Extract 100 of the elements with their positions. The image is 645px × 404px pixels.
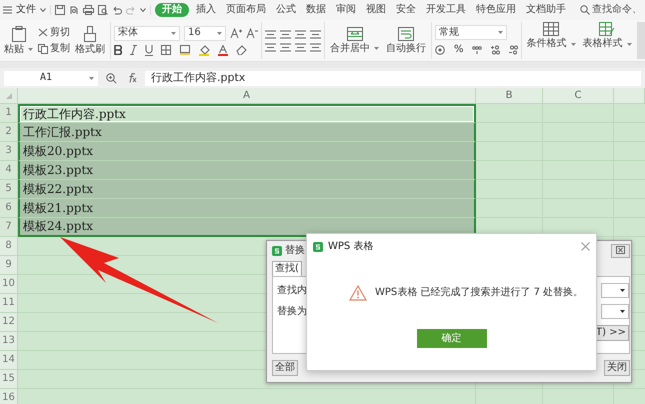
merge-center-button[interactable]: 合并居中: [328, 26, 381, 54]
row-header[interactable]: 4: [0, 161, 18, 180]
table-cell[interactable]: 模板23.pptx: [18, 161, 476, 180]
column-header[interactable]: A: [18, 88, 476, 104]
row-header[interactable]: 5: [0, 180, 18, 199]
dropdown-field[interactable]: [601, 283, 629, 298]
grow-font-icon[interactable]: [230, 28, 242, 38]
dropdown-field[interactable]: [601, 304, 629, 319]
print-icon[interactable]: [83, 5, 94, 15]
menu-tab[interactable]: 文档助手: [523, 3, 569, 17]
align-right-icon[interactable]: [295, 42, 306, 52]
row-header[interactable]: 15: [0, 370, 18, 389]
row-header[interactable]: 16: [0, 389, 18, 404]
message-text: WPS表格 已经完成了搜索并进行了 7 处替换。: [375, 286, 584, 298]
row-header[interactable]: 6: [0, 199, 18, 218]
menu-tab[interactable]: 审阅: [333, 3, 359, 17]
menu-tab[interactable]: 页面布局: [223, 3, 269, 17]
table-cell[interactable]: 模板20.pptx: [18, 142, 476, 161]
align-left-icon[interactable]: [265, 42, 276, 52]
zoom-icon[interactable]: [106, 72, 117, 84]
close-icon: [616, 246, 625, 254]
column-header[interactable]: B: [476, 88, 543, 104]
paste-button[interactable]: 粘贴: [2, 26, 35, 56]
menu-tab[interactable]: 安全: [393, 3, 419, 17]
table-cell[interactable]: 工作汇报.pptx: [18, 123, 476, 142]
eraser-icon[interactable]: [236, 45, 247, 55]
table-cell[interactable]: 模板21.pptx: [18, 199, 476, 218]
align-top-icon[interactable]: [265, 30, 276, 38]
row-header[interactable]: 2: [0, 123, 18, 142]
close-button[interactable]: [611, 244, 630, 258]
font-size-select[interactable]: 16: [184, 26, 226, 40]
menu-tab[interactable]: 特色应用: [473, 3, 519, 17]
indent-icon[interactable]: [310, 30, 321, 38]
underline-icon[interactable]: [145, 44, 153, 56]
menu-tab[interactable]: 视图: [363, 3, 389, 17]
corner-cell[interactable]: [0, 88, 18, 104]
menu-tab[interactable]: 插入: [193, 3, 219, 17]
decrease-decimal-icon[interactable]: [508, 45, 518, 55]
save-icon[interactable]: [55, 5, 65, 15]
menu-tab[interactable]: 数据: [303, 3, 329, 17]
table-cell[interactable]: 模板22.pptx: [18, 180, 476, 199]
redo-icon: [126, 6, 136, 14]
menu-icon[interactable]: [3, 6, 12, 14]
close-button[interactable]: [581, 242, 590, 251]
conditional-format-button[interactable]: 条件格式: [524, 22, 578, 59]
row-header[interactable]: 14: [0, 351, 18, 370]
format-painter-button[interactable]: 格式刷: [73, 26, 107, 56]
row-header[interactable]: 9: [0, 256, 18, 275]
caret-icon: [570, 42, 576, 46]
row-header[interactable]: 10: [0, 275, 18, 294]
column-header[interactable]: C: [543, 88, 614, 104]
dialog-tab[interactable]: 查找(: [272, 261, 302, 276]
search-field[interactable]: 查找命令、: [592, 4, 642, 16]
wrap-text-button[interactable]: 自动换行: [384, 26, 428, 54]
menu-tab[interactable]: 公式: [273, 3, 299, 17]
align-bottom-icon[interactable]: [295, 30, 306, 38]
replace-all-button[interactable]: 全部: [272, 360, 298, 376]
italic-icon[interactable]: [130, 45, 137, 55]
table-cell[interactable]: 模板24.pptx: [18, 218, 476, 237]
cut-button[interactable]: 剪切: [38, 26, 70, 38]
row-header[interactable]: 8: [0, 237, 18, 256]
caret-icon: [620, 310, 625, 313]
border-icon[interactable]: [161, 45, 172, 55]
currency-icon[interactable]: [435, 45, 446, 55]
caret-icon[interactable]: [140, 8, 146, 12]
preview-icon[interactable]: [98, 5, 108, 15]
select-all-icon: [6, 92, 12, 98]
row-header[interactable]: 12: [0, 313, 18, 332]
caret-icon[interactable]: [40, 8, 46, 12]
font-select[interactable]: 宋体: [114, 26, 180, 40]
align-middle-icon[interactable]: [280, 30, 291, 38]
percent-button[interactable]: %: [454, 44, 464, 56]
row-header[interactable]: 3: [0, 142, 18, 161]
increase-decimal-icon[interactable]: [490, 45, 500, 55]
number-format-select[interactable]: 常规: [435, 25, 507, 40]
shrink-font-icon[interactable]: [246, 28, 258, 38]
table-style-button[interactable]: 表格样式: [580, 22, 634, 59]
name-box[interactable]: A1: [4, 70, 98, 86]
row-header[interactable]: 7: [0, 218, 18, 237]
dialog-title: WPS 表格: [327, 240, 374, 254]
bold-icon[interactable]: [114, 45, 122, 55]
align-center-icon[interactable]: [280, 42, 291, 52]
undo-icon[interactable]: [112, 6, 122, 14]
formula-field[interactable]: 行政工作内容.pptx: [145, 70, 641, 86]
paint-bucket-icon[interactable]: [199, 44, 210, 56]
copy-button[interactable]: 复制: [38, 42, 70, 54]
menu-tab[interactable]: 开发工具: [423, 3, 469, 17]
file-menu[interactable]: 文件: [16, 4, 36, 16]
justify-icon[interactable]: [310, 42, 321, 52]
font-color-icon[interactable]: [218, 44, 228, 56]
fill-color-icon[interactable]: [180, 45, 191, 55]
wrap-text-icon: [398, 26, 414, 40]
close-dialog-button[interactable]: 关闭: [604, 360, 630, 376]
table-cell[interactable]: 行政工作内容.pptx: [18, 104, 476, 123]
thousands-separator-icon[interactable]: [472, 45, 482, 55]
row-header[interactable]: 1: [0, 104, 18, 123]
row-header[interactable]: 13: [0, 332, 18, 351]
export-icon[interactable]: [69, 5, 79, 15]
search-icon[interactable]: [580, 5, 590, 15]
row-header[interactable]: 11: [0, 294, 18, 313]
